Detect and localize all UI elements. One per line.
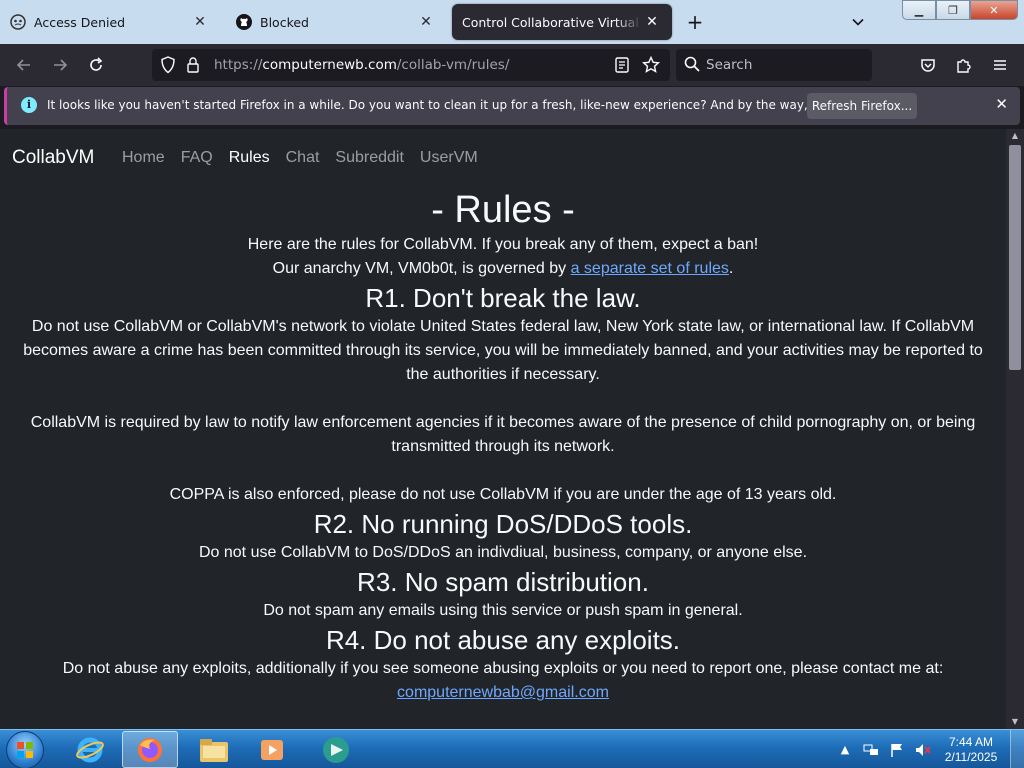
page-title: - Rules -: [431, 189, 575, 231]
notification-bar: i It looks like you haven't started Fire…: [4, 87, 1020, 125]
reader-view-icon[interactable]: [614, 56, 630, 78]
clock-date: 2/11/2025: [944, 749, 998, 764]
back-button[interactable]: [12, 53, 36, 77]
arrow-left-icon: [16, 59, 30, 71]
windows-taskbar: ▲ 7:44 AM 2/11/2025: [0, 729, 1024, 768]
refresh-firefox-button[interactable]: Refresh Firefox...: [807, 93, 917, 119]
forward-button[interactable]: [48, 53, 72, 77]
tab-label: Control Collaborative Virtual Machi: [462, 14, 642, 30]
lock-icon[interactable]: [186, 56, 200, 78]
scrollbar-thumb[interactable]: [1009, 145, 1021, 370]
rule-4-heading: R4. Do not abuse any exploits.: [325, 625, 681, 655]
scroll-up-arrow-icon[interactable]: ▲: [1006, 129, 1024, 143]
minimize-button[interactable]: ▁: [902, 0, 936, 20]
pocket-icon: [921, 59, 935, 72]
contact-email-link[interactable]: computernewbab@gmail.com: [0, 681, 1006, 705]
web-page: CollabVM Home FAQ Rules Chat Subreddit U…: [0, 129, 1006, 729]
rule-1-text-coppa: COPPA is also enforced, please do not us…: [169, 486, 837, 503]
search-input[interactable]: Search: [676, 49, 872, 81]
start-button[interactable]: [6, 731, 44, 768]
nav-link-home[interactable]: Home: [122, 149, 165, 167]
mask-icon: [10, 14, 26, 30]
rule-3-heading: R3. No spam distribution.: [357, 567, 649, 597]
close-notification-icon[interactable]: ✕: [995, 95, 1008, 113]
window-controls: ▁ ❐ ✕: [902, 0, 1018, 20]
close-tab-icon[interactable]: ✕: [416, 14, 436, 30]
tab-blocked[interactable]: Blocked ✕: [226, 4, 446, 40]
rule-4-text: Do not abuse any exploits, additionally …: [62, 660, 944, 677]
windows-logo-icon: [17, 742, 33, 758]
close-tab-icon[interactable]: ✕: [190, 14, 210, 30]
rule-1-text-csam: CollabVM is required by law to notify la…: [30, 414, 976, 455]
action-center-flag-icon[interactable]: [888, 741, 906, 759]
tab-access-denied[interactable]: Access Denied ✕: [0, 4, 220, 40]
show-desktop-button[interactable]: [1010, 730, 1024, 768]
navigation-toolbar: https://computernewb.com/collab-vm/rules…: [0, 44, 1024, 86]
menu-button[interactable]: [988, 53, 1012, 77]
site-navbar: CollabVM Home FAQ Rules Chat Subreddit U…: [0, 129, 1006, 185]
arrow-right-icon: [54, 59, 68, 71]
list-all-tabs-button[interactable]: [846, 10, 870, 34]
new-tab-button[interactable]: +: [683, 10, 707, 34]
tab-strip: Access Denied ✕ Blocked ✕ Control Collab…: [0, 0, 1024, 44]
close-tab-icon[interactable]: ✕: [642, 14, 662, 30]
restore-button[interactable]: ❐: [936, 0, 970, 20]
bookmark-star-icon[interactable]: [641, 55, 661, 78]
rules-content: - Rules - Here are the rules for CollabV…: [0, 187, 1006, 705]
media-player-taskbar-icon[interactable]: [244, 731, 300, 768]
system-tray: ▲ 7:44 AM 2/11/2025: [832, 730, 1024, 768]
rule-1-text: Do not use CollabVM or CollabVM's networ…: [23, 318, 983, 383]
show-hidden-icons-arrow-icon[interactable]: ▲: [836, 741, 854, 759]
separate-rules-link[interactable]: a separate set of rules: [571, 260, 729, 277]
extensions-button[interactable]: [952, 53, 976, 77]
scroll-down-arrow-icon[interactable]: ▼: [1006, 715, 1024, 729]
nav-link-rules[interactable]: Rules: [229, 149, 270, 167]
internet-explorer-taskbar-icon[interactable]: [62, 731, 118, 768]
pocket-button[interactable]: [916, 53, 940, 77]
reload-button[interactable]: [84, 53, 108, 77]
volume-muted-icon[interactable]: [914, 741, 932, 759]
intro-anarchy-text: Our anarchy VM, VM0b0t, is governed by a…: [272, 260, 734, 277]
url-text: https://computernewb.com/collab-vm/rules…: [214, 57, 510, 73]
firefox-taskbar-icon[interactable]: [122, 731, 178, 768]
reload-icon: [90, 57, 103, 71]
intro-text: Here are the rules for CollabVM. If you …: [247, 236, 759, 253]
file-explorer-taskbar-icon[interactable]: [186, 731, 242, 768]
info-icon: i: [21, 97, 37, 113]
tab-collabvm[interactable]: Control Collaborative Virtual Machi ✕: [452, 4, 672, 40]
nav-link-chat[interactable]: Chat: [286, 149, 320, 167]
shield-icon[interactable]: [160, 56, 176, 78]
taskbar-clock[interactable]: 7:44 AM 2/11/2025: [936, 735, 1006, 765]
github-icon: [236, 14, 252, 30]
site-brand[interactable]: CollabVM: [12, 147, 94, 169]
rule-2-heading: R2. No running DoS/DDoS tools.: [313, 509, 693, 539]
notification-message: It looks like you haven't started Firefo…: [47, 98, 903, 112]
tab-label: Blocked: [260, 14, 309, 30]
close-window-button[interactable]: ✕: [970, 0, 1018, 20]
chat-app-taskbar-icon[interactable]: [308, 731, 364, 768]
url-bar[interactable]: https://computernewb.com/collab-vm/rules…: [152, 49, 670, 81]
site-nav-links: Home FAQ Rules Chat Subreddit UserVM: [122, 149, 478, 167]
tab-label: Access Denied: [34, 14, 126, 30]
search-icon: [684, 56, 700, 76]
nav-link-subreddit[interactable]: Subreddit: [335, 149, 404, 167]
hamburger-menu-icon: [994, 60, 1006, 70]
rule-2-text: Do not use CollabVM to DoS/DDoS an indiv…: [198, 544, 808, 561]
search-placeholder: Search: [706, 57, 753, 73]
page-scrollbar[interactable]: ▲ ▼: [1006, 129, 1024, 729]
network-icon[interactable]: [862, 741, 880, 759]
rule-1-heading: R1. Don't break the law.: [365, 283, 641, 313]
nav-link-uservm[interactable]: UserVM: [420, 149, 478, 167]
rule-3-text: Do not spam any emails using this servic…: [263, 602, 743, 619]
clock-time: 7:44 AM: [948, 734, 994, 749]
chevron-down-icon: [852, 18, 864, 26]
puzzle-icon: [957, 59, 971, 73]
nav-link-faq[interactable]: FAQ: [181, 149, 213, 167]
